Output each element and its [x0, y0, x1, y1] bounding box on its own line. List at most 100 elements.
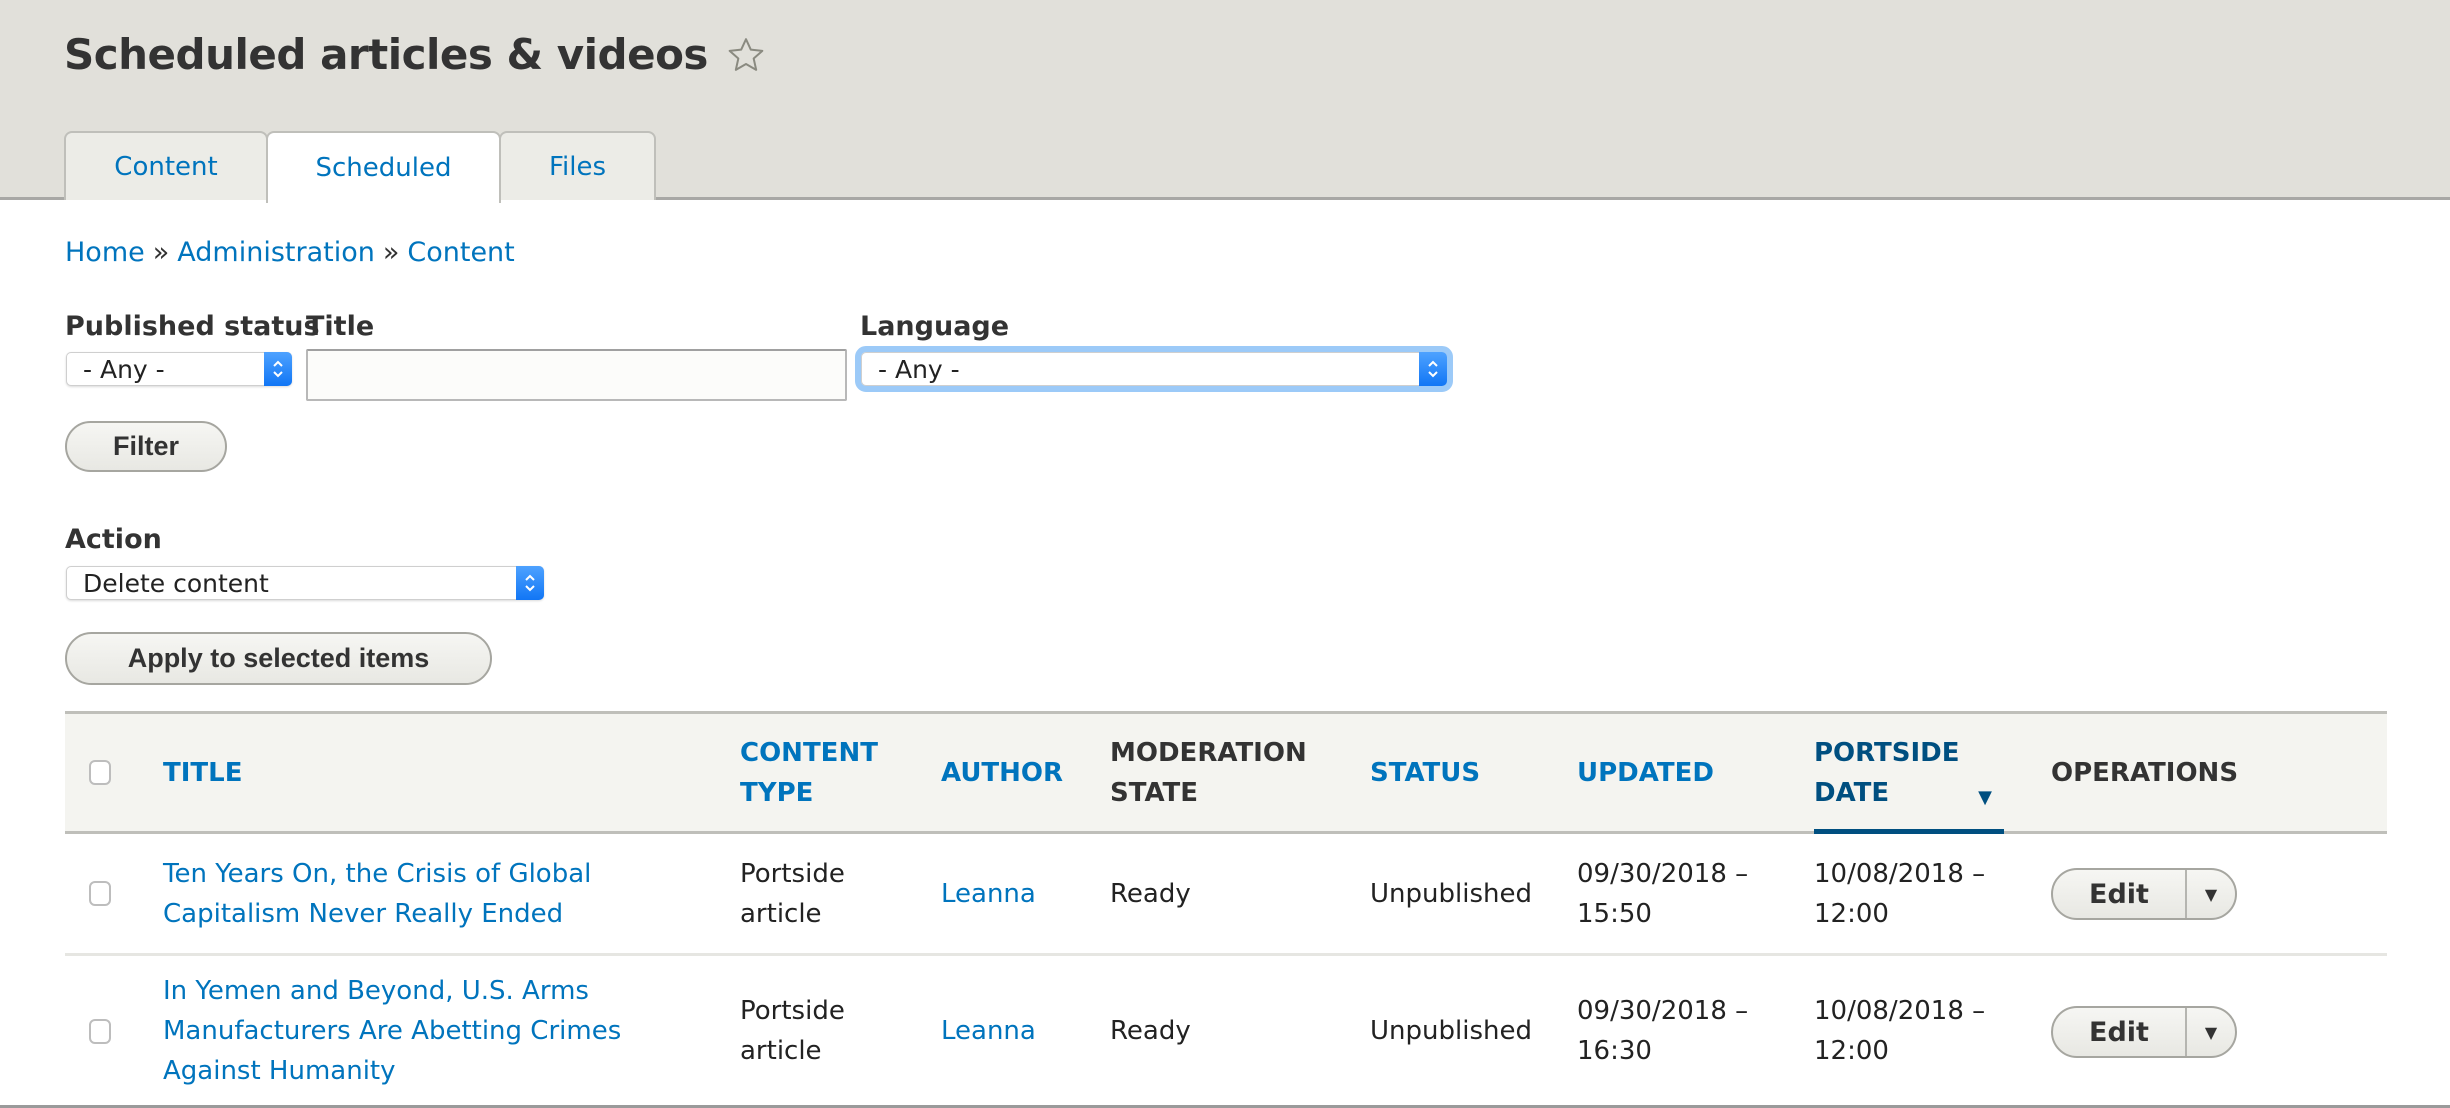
column-header-label: Operations	[2051, 757, 2239, 788]
column-header-status[interactable]: Status	[1370, 714, 1480, 831]
column-header-operations: Operations	[2051, 714, 2238, 831]
row-updated-text: 09/30/2018 –	[1577, 996, 1749, 1026]
title-filter-input[interactable]	[306, 349, 847, 401]
row-status-text: Unpublished	[1370, 878, 1532, 909]
row-updated: 09/30/2018 – 16:30	[1577, 956, 1748, 1106]
row-select-cell	[89, 834, 111, 953]
column-header-label: STATE	[1110, 777, 1199, 808]
row-title-link[interactable]: Ten Years On, the Crisis of Global Capit…	[163, 834, 591, 953]
row-title-text: Manufacturers Are Abetting Crimes	[163, 1016, 622, 1046]
row-moderation-state-text: Ready	[1110, 1016, 1191, 1046]
tab-content[interactable]: Content	[64, 131, 268, 200]
column-header-content-type[interactable]: CONTENT TYPE	[740, 714, 878, 831]
tab-label: Files	[548, 151, 607, 182]
row-updated-text: 16:30	[1577, 1036, 1652, 1066]
edit-button[interactable]: Edit	[2053, 870, 2187, 918]
filter-button[interactable]: Filter	[65, 421, 227, 472]
row-author-link[interactable]: Leanna	[941, 1011, 1036, 1051]
caret-down-icon: ▼	[2204, 884, 2218, 904]
page-title-text: Scheduled articles & videos	[64, 30, 708, 79]
tab-label: Content	[114, 151, 218, 182]
column-header-label: Updated	[1577, 757, 1714, 788]
select-all-cell	[89, 714, 111, 831]
column-header-label: Status	[1370, 757, 1481, 788]
table-row: In Yemen and Beyond, U.S. Arms Manufactu…	[65, 956, 2387, 1106]
tab-scheduled[interactable]: Scheduled	[266, 131, 501, 203]
column-header-label: Title	[163, 757, 243, 788]
row-content-type: Portside article	[740, 956, 845, 1106]
row-title-text: In Yemen and Beyond, U.S. Arms	[163, 976, 589, 1006]
row-updated-text: 15:50	[1577, 898, 1652, 929]
row-content-type-text: article	[740, 898, 822, 929]
row-portside-date-text: 12:00	[1814, 898, 1889, 929]
row-portside-date: 10/08/2018 – 12:00	[1814, 956, 1985, 1106]
column-header-label: TYPE	[740, 777, 814, 808]
operations-toggle[interactable]: ▼	[2187, 870, 2235, 918]
operations-dropbutton: Edit ▼	[2051, 1006, 2237, 1058]
column-header-label: Author	[941, 757, 1064, 788]
row-title-link[interactable]: In Yemen and Beyond, U.S. Arms Manufactu…	[163, 956, 621, 1106]
sort-descending-icon: ▼	[1978, 787, 1992, 808]
breadcrumb-content[interactable]: Content	[407, 237, 514, 268]
table-row: Ten Years On, the Crisis of Global Capit…	[65, 834, 2387, 956]
row-select-cell	[89, 956, 111, 1106]
row-portside-date-text: 12:00	[1814, 1036, 1889, 1066]
row-moderation-state: Ready	[1110, 956, 1191, 1106]
action-value: Delete content	[83, 568, 269, 598]
column-header-moderation-state: MODERATION STATE	[1110, 714, 1307, 831]
published-status-label: Published status	[65, 311, 320, 342]
language-value: - Any -	[878, 354, 960, 384]
breadcrumb-home[interactable]: Home	[65, 237, 145, 268]
row-status-text: Unpublished	[1370, 1016, 1532, 1046]
page-header: Scheduled articles & videos Content Sche…	[0, 0, 2450, 203]
column-header-title[interactable]: Title	[163, 714, 242, 831]
row-author: Leanna	[941, 956, 1036, 1106]
select-arrows-icon	[1419, 352, 1447, 386]
column-header-label: DATE	[1814, 777, 1890, 808]
row-content-type-text: Portside	[740, 858, 845, 889]
action-label: Action	[65, 524, 162, 555]
select-arrows-icon	[516, 566, 544, 600]
page-title: Scheduled articles & videos	[64, 30, 766, 79]
row-title-text: Capitalism Never Really Ended	[163, 898, 564, 929]
row-checkbox[interactable]	[89, 1018, 111, 1044]
tab-files[interactable]: Files	[499, 131, 656, 200]
column-header-author[interactable]: Author	[941, 714, 1063, 831]
operations-toggle[interactable]: ▼	[2187, 1008, 2235, 1056]
breadcrumb-separator: »	[152, 237, 170, 268]
column-header-portside-date[interactable]: PORTSIDE DATE ▼	[1814, 714, 2004, 831]
column-header-label: CONTENT	[740, 737, 878, 768]
operations-dropbutton: Edit ▼	[2051, 868, 2237, 920]
row-title-text: Against Humanity	[163, 1056, 396, 1086]
edit-button[interactable]: Edit	[2053, 1008, 2187, 1056]
title-filter-label: Title	[306, 311, 375, 342]
breadcrumb-administration[interactable]: Administration	[177, 237, 375, 268]
caret-down-icon: ▼	[2204, 1022, 2218, 1042]
row-author-link[interactable]: Leanna	[941, 874, 1036, 914]
row-updated-text: 09/30/2018 –	[1577, 858, 1749, 889]
row-content-type-text: Portside	[740, 996, 845, 1026]
published-status-value: - Any -	[83, 354, 165, 384]
row-moderation-state-text: Ready	[1110, 878, 1191, 909]
apply-to-selected-button[interactable]: Apply to selected items	[65, 632, 492, 685]
primary-tabs: Content Scheduled Files	[64, 131, 656, 203]
language-label: Language	[860, 311, 1010, 342]
published-status-select[interactable]: - Any -	[66, 352, 292, 386]
language-select[interactable]: - Any -	[855, 346, 1453, 392]
row-content-type-text: article	[740, 1036, 822, 1066]
column-header-updated[interactable]: Updated	[1577, 714, 1714, 831]
row-portside-date-text: 10/08/2018 –	[1814, 996, 1986, 1026]
action-select[interactable]: Delete content	[66, 566, 544, 600]
row-content-type: Portside article	[740, 834, 845, 953]
star-icon[interactable]	[726, 35, 766, 75]
select-arrows-icon	[264, 352, 292, 386]
row-updated: 09/30/2018 – 15:50	[1577, 834, 1748, 953]
row-status: Unpublished	[1370, 834, 1532, 953]
row-moderation-state: Ready	[1110, 834, 1191, 953]
row-portside-date-text: 10/08/2018 –	[1814, 858, 1986, 889]
content-table: Title CONTENT TYPE Author MODERATION STA…	[65, 711, 2387, 1106]
select-all-checkbox[interactable]	[89, 760, 111, 785]
row-checkbox[interactable]	[89, 881, 111, 906]
row-author: Leanna	[941, 834, 1036, 953]
tab-label: Scheduled	[315, 153, 452, 183]
